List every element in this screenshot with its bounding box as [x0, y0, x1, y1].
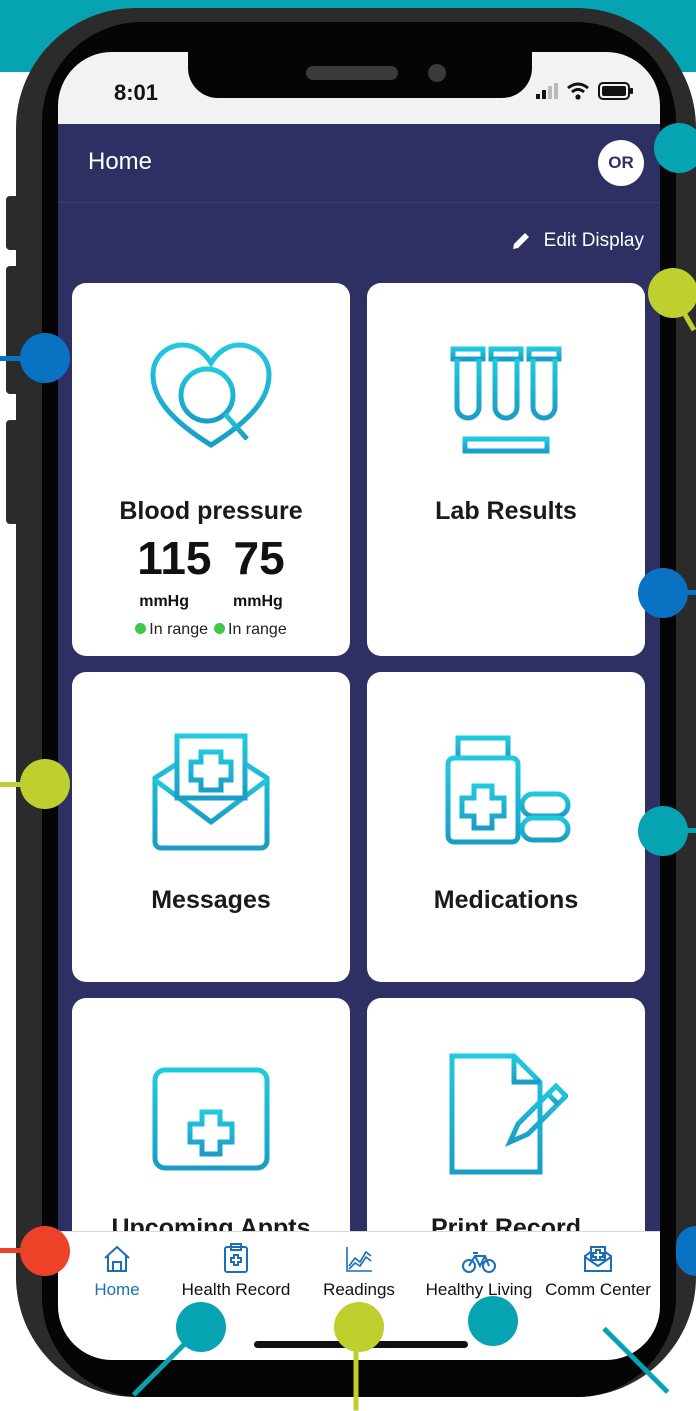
- tab-healthy-living-label: Healthy Living: [425, 1280, 533, 1299]
- diastolic-unit: mmHg: [233, 593, 283, 610]
- messages-title: Messages: [151, 886, 271, 914]
- lab-results-card[interactable]: Lab Results: [367, 283, 645, 656]
- phone-screen: 8:01 Home OR Edit Display Blood pressure…: [58, 52, 660, 1360]
- chart-icon: [316, 1240, 402, 1274]
- status-icons: [536, 82, 634, 100]
- pencil-icon: [512, 233, 529, 249]
- medical-envelope-icon: [540, 1240, 656, 1274]
- lab-results-title: Lab Results: [435, 497, 577, 525]
- blood-pressure-card[interactable]: Blood pressure 115 75 mmHg mmHg In range…: [72, 283, 350, 656]
- callout-marker-blood-pressure: [20, 333, 70, 383]
- bp-values: 115 75: [72, 531, 350, 585]
- diastolic-status: In range: [214, 621, 287, 639]
- callout-marker-messages: [20, 759, 70, 809]
- messages-card[interactable]: Messages: [72, 672, 350, 982]
- tab-health-record-label: Health Record: [181, 1280, 291, 1299]
- calendar-icon: [72, 1050, 350, 1174]
- diastolic-status-text: In range: [228, 621, 287, 638]
- callout-marker-medications: [638, 806, 688, 856]
- callout-marker-home: [20, 1226, 70, 1276]
- tab-comm-center-label: Comm Center: [545, 1280, 651, 1299]
- wifi-icon: [567, 82, 589, 100]
- systolic-value: 115: [137, 532, 212, 584]
- app-header: Home OR: [58, 124, 660, 203]
- tab-comm-center[interactable]: Comm Center: [540, 1232, 656, 1300]
- diastolic-value: 75: [233, 532, 285, 584]
- medications-card[interactable]: Medications: [367, 672, 645, 982]
- tab-home[interactable]: Home: [82, 1232, 152, 1300]
- front-camera: [428, 64, 446, 82]
- pill-bottle-icon: [367, 734, 645, 846]
- heart-magnifier-icon: [72, 341, 350, 453]
- in-range-dot: [135, 623, 147, 634]
- profile-avatar[interactable]: OR: [598, 140, 644, 186]
- callout-marker-edit-display: [648, 268, 696, 318]
- signal-icon: [536, 83, 558, 99]
- clipboard-icon: [172, 1240, 300, 1274]
- home-icon: [82, 1240, 152, 1274]
- volume-down-button: [6, 420, 20, 524]
- document-pen-icon: [367, 1050, 645, 1178]
- tab-healthy-living[interactable]: Healthy Living: [420, 1232, 538, 1300]
- battery-icon: [598, 82, 633, 100]
- status-time: 8:01: [114, 80, 159, 105]
- callout-marker-healthy-living: [468, 1296, 518, 1346]
- callout-marker-readings: [334, 1302, 384, 1352]
- notch: [188, 52, 532, 98]
- page-title: Home: [88, 148, 153, 175]
- bp-status: In range In range: [72, 621, 350, 639]
- speaker: [306, 66, 398, 80]
- in-range-dot: [214, 623, 225, 634]
- tab-readings-label: Readings: [323, 1280, 395, 1299]
- systolic-unit: mmHg: [139, 593, 189, 610]
- tab-home-label: Home: [94, 1280, 140, 1299]
- tab-readings[interactable]: Readings: [316, 1232, 402, 1300]
- test-tubes-icon: [367, 345, 645, 455]
- systolic-status: In range: [135, 621, 208, 639]
- volume-up-button: [6, 266, 20, 394]
- callout-marker-profile: [654, 123, 696, 173]
- systolic-status-text: In range: [149, 621, 208, 638]
- edit-display-label: Edit Display: [543, 230, 644, 251]
- callout-marker-lab-results: [638, 568, 688, 618]
- mute-switch: [6, 196, 20, 250]
- bp-units: mmHg mmHg: [72, 593, 350, 611]
- medications-title: Medications: [433, 886, 579, 914]
- blood-pressure-title: Blood pressure: [119, 497, 303, 525]
- edit-display-button[interactable]: Edit Display: [510, 230, 644, 252]
- bicycle-icon: [420, 1240, 538, 1274]
- medical-envelope-icon: [72, 730, 350, 854]
- tab-health-record[interactable]: Health Record: [172, 1232, 300, 1300]
- callout-marker-health-record: [176, 1302, 226, 1352]
